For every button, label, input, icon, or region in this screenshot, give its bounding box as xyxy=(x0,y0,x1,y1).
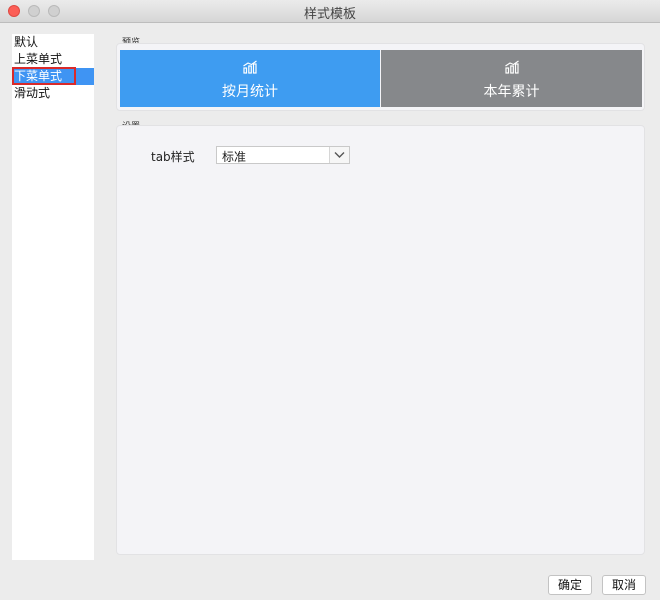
preview-tab-year-to-date[interactable]: 本年累计 xyxy=(381,50,642,107)
tab-style-value: 标准 xyxy=(222,150,247,164)
bar-chart-icon xyxy=(243,60,257,74)
cancel-button[interactable]: 取消 xyxy=(602,575,646,595)
window-title: 样式模板 xyxy=(303,7,356,22)
preview-tab-label: 按月统计 xyxy=(222,84,278,100)
preview-tab-bar: 按月统计 本年累计 xyxy=(120,50,642,107)
tab-style-select[interactable]: 标准 xyxy=(216,146,350,164)
title-bar: 样式模板 xyxy=(0,0,660,23)
style-list-item-default[interactable]: 默认 xyxy=(12,34,94,51)
settings-panel: tab样式 标准 xyxy=(116,125,645,555)
style-list-item-top-menu[interactable]: 上菜单式 xyxy=(12,51,94,68)
preview-panel: 按月统计 本年累计 xyxy=(116,43,645,111)
bar-chart-icon xyxy=(504,60,519,74)
style-list-item-bottom-menu[interactable]: 下菜单式 xyxy=(12,67,94,85)
preview-tab-label: 本年累计 xyxy=(483,84,540,100)
ok-button[interactable]: 确定 xyxy=(548,575,592,595)
style-list-item-label: 下菜单式 xyxy=(14,69,63,83)
preview-tab-monthly[interactable]: 按月统计 xyxy=(120,50,380,107)
style-list-item-sliding[interactable]: 滑动式 xyxy=(12,85,94,102)
tab-style-label: tab样式 xyxy=(151,150,195,164)
style-list: 默认 上菜单式 下菜单式 滑动式 xyxy=(12,34,94,560)
dropdown-button[interactable] xyxy=(329,147,349,163)
chevron-down-icon xyxy=(334,152,345,158)
